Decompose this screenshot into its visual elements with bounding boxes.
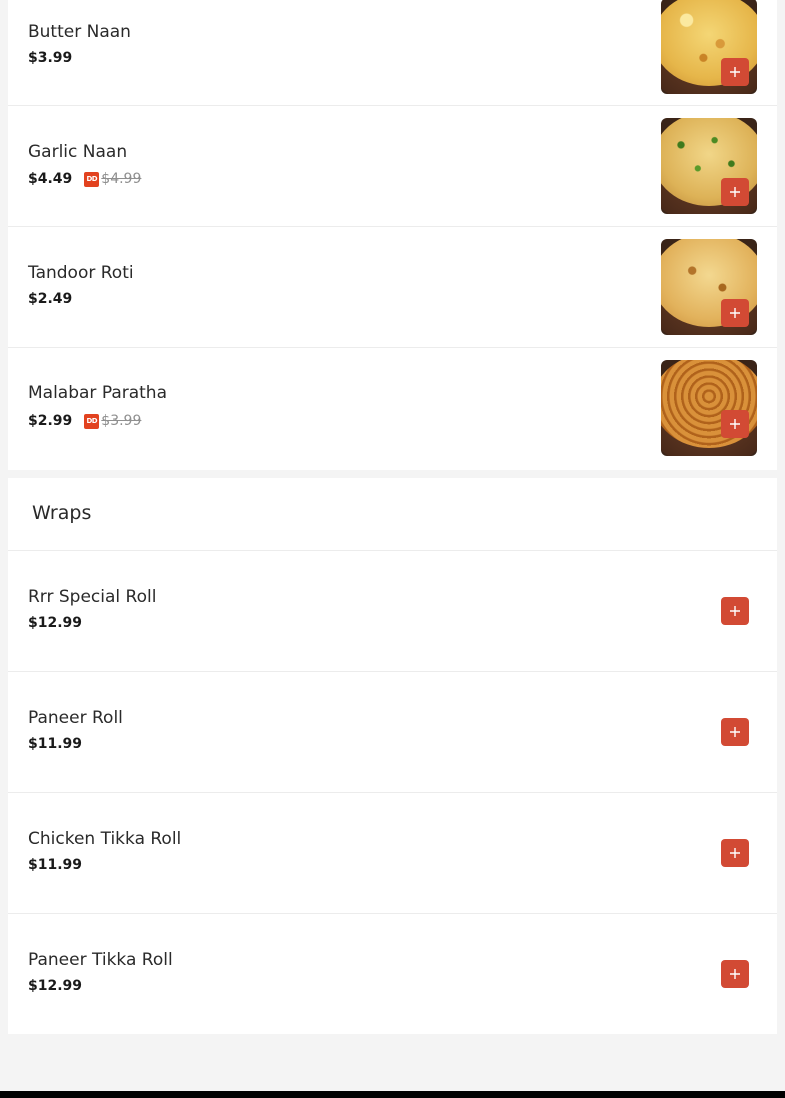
menu-item-malabar-paratha[interactable]: Malabar Paratha $2.99 DD $3.99 <box>8 348 777 470</box>
item-price-row: $11.99 <box>28 736 82 752</box>
menu-item-rrr-special-roll[interactable]: Rrr Special Roll $12.99 <box>8 551 777 672</box>
item-price: $3.99 <box>28 50 73 66</box>
section-title: Wraps <box>32 502 92 524</box>
menu-item-garlic-naan[interactable]: Garlic Naan $4.49 DD $4.99 <box>8 106 777 227</box>
plus-icon <box>730 308 740 318</box>
menu-item-paneer-roll[interactable]: Paneer Roll $11.99 <box>8 672 777 793</box>
add-to-cart-button[interactable] <box>721 410 749 438</box>
menu-item-chicken-tikka-roll[interactable]: Chicken Tikka Roll $11.99 <box>8 793 777 914</box>
item-price-row: $3.99 <box>28 50 72 66</box>
plus-icon <box>730 187 740 197</box>
plus-icon <box>730 727 740 737</box>
item-price-row: $12.99 <box>28 978 82 994</box>
deal-badge-icon: DD <box>84 171 100 187</box>
wraps-menu-card: Wraps Rrr Special Roll $12.99 Paneer Rol… <box>8 478 777 1034</box>
menu-item-tandoor-roti[interactable]: Tandoor Roti $2.49 <box>8 227 777 348</box>
plus-icon <box>730 419 740 429</box>
add-to-cart-button[interactable] <box>721 58 749 86</box>
add-to-cart-button[interactable] <box>721 718 749 746</box>
item-name: Butter Naan <box>28 22 131 42</box>
item-name: Chicken Tikka Roll <box>28 829 182 849</box>
menu-item-butter-naan[interactable]: Butter Naan $3.99 <box>8 0 777 106</box>
plus-icon <box>730 848 740 858</box>
item-name: Rrr Special Roll <box>28 587 157 607</box>
add-to-cart-button[interactable] <box>721 178 749 206</box>
item-price-row: $2.99 DD $3.99 <box>28 413 141 429</box>
menu-item-paneer-tikka-roll[interactable]: Paneer Tikka Roll $12.99 <box>8 914 777 1034</box>
item-price: $2.49 <box>28 291 73 307</box>
breads-menu-card: Butter Naan $3.99 Garlic Naan $4.49 DD $… <box>8 0 777 470</box>
item-price: $2.99 <box>28 413 73 429</box>
original-price: $4.99 <box>101 171 142 187</box>
plus-icon <box>730 67 740 77</box>
item-name: Paneer Tikka Roll <box>28 950 173 970</box>
item-name: Tandoor Roti <box>28 263 134 283</box>
plus-icon <box>730 606 740 616</box>
item-price: $11.99 <box>28 857 83 873</box>
add-to-cart-button[interactable] <box>721 299 749 327</box>
original-price: $3.99 <box>101 413 142 429</box>
add-to-cart-button[interactable] <box>721 960 749 988</box>
deal-badge-icon: DD <box>84 413 100 429</box>
add-to-cart-button[interactable] <box>721 839 749 867</box>
item-name: Malabar Paratha <box>28 383 167 403</box>
item-price: $12.99 <box>28 978 83 994</box>
item-price-row: $12.99 <box>28 615 82 631</box>
add-to-cart-button[interactable] <box>721 597 749 625</box>
item-price-row: $2.49 <box>28 291 72 307</box>
footer-bar <box>0 1091 785 1098</box>
wraps-section-header: Wraps <box>8 478 777 551</box>
item-name: Garlic Naan <box>28 142 128 162</box>
plus-icon <box>730 969 740 979</box>
item-price-row: $4.49 DD $4.99 <box>28 171 141 187</box>
item-price-row: $11.99 <box>28 857 82 873</box>
item-price: $12.99 <box>28 615 83 631</box>
item-name: Paneer Roll <box>28 708 123 728</box>
malabar-paratha-photo[interactable] <box>661 360 757 456</box>
item-price: $11.99 <box>28 736 83 752</box>
item-price: $4.49 <box>28 171 73 187</box>
